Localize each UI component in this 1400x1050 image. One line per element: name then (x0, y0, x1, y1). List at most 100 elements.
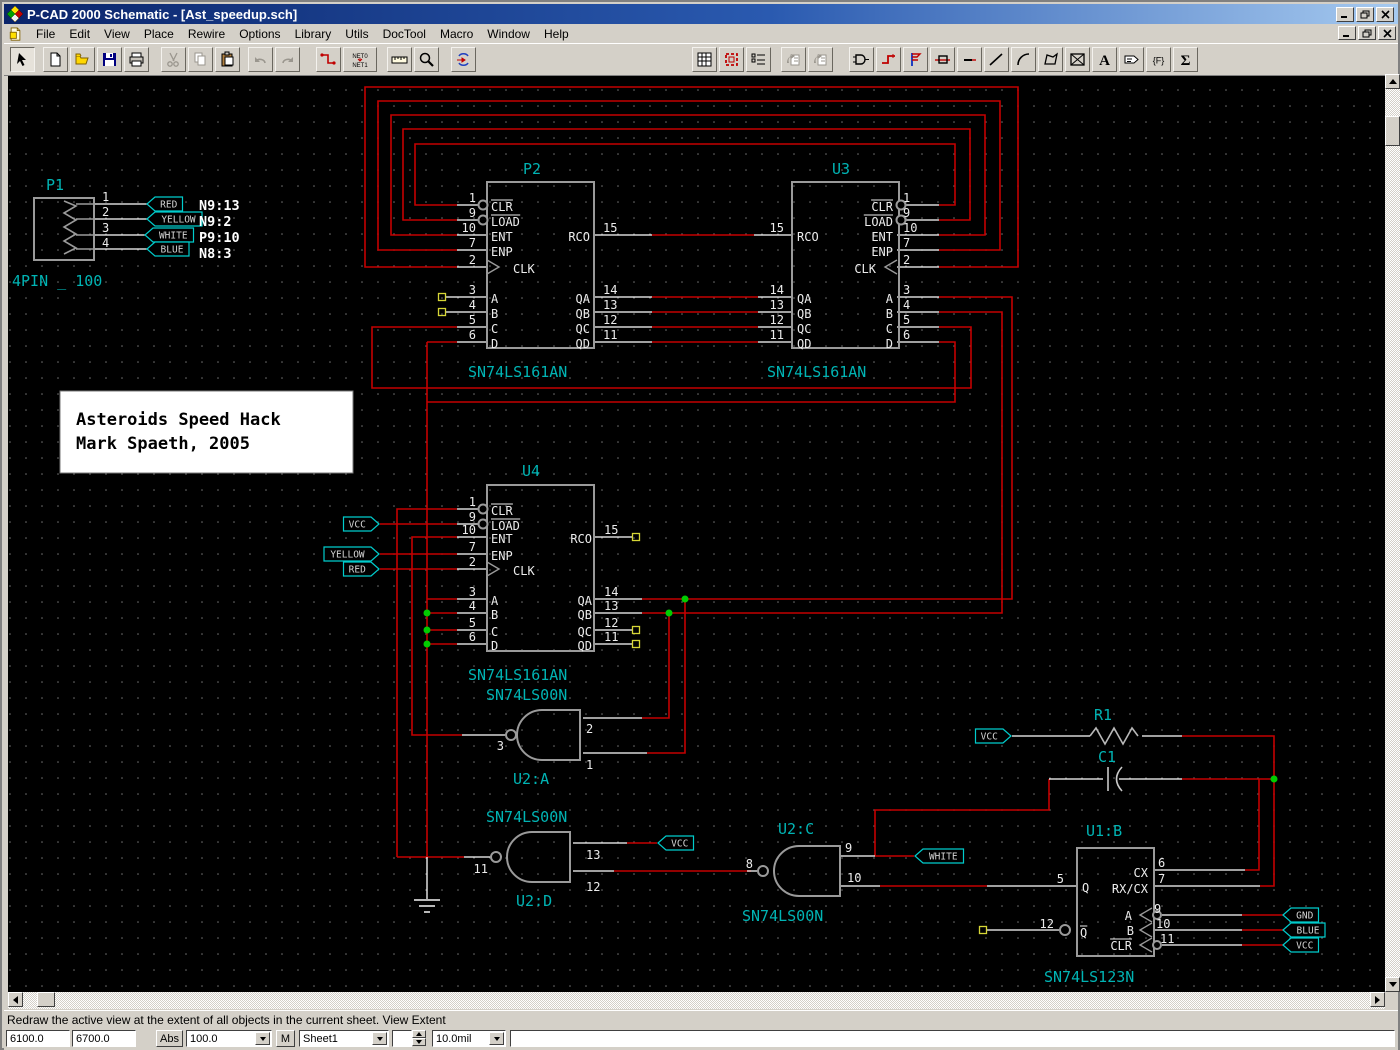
schematic-canvas[interactable]: REDYELLOWWHITEBLUEVCCYELLOWREDVCCVCCWHIT… (8, 74, 1385, 992)
menu-item-window[interactable]: Window (480, 25, 537, 43)
toolbar-button-place-text[interactable]: A (1092, 47, 1117, 72)
toolbar-button-place-line[interactable] (984, 47, 1009, 72)
toolbar-button-undo[interactable] (248, 47, 273, 72)
toolbar-button-cut[interactable] (161, 47, 186, 72)
minimize-button[interactable] (1336, 7, 1354, 22)
horizontal-scrollbar[interactable] (8, 992, 1385, 1009)
schematic-label: B (491, 307, 498, 321)
scroll-down-button[interactable] (1385, 977, 1400, 992)
horizontal-scroll-thumb[interactable] (37, 992, 55, 1007)
doc-minimize-button[interactable] (1338, 26, 1356, 40)
toolbar-button-wire-mode[interactable] (316, 47, 341, 72)
toolbar-button-field-braces[interactable]: {F} (1146, 47, 1171, 72)
menu-item-utils[interactable]: Utils (338, 25, 375, 43)
toolbar-button-place-gate[interactable] (849, 47, 874, 72)
dropdown-arrow-icon[interactable] (372, 1032, 387, 1045)
schematic-label: 1 (102, 190, 109, 204)
schematic-label: 4 (102, 236, 109, 250)
sheet-dropdown[interactable]: Sheet1 (299, 1030, 389, 1047)
toolbar-button-place-polygon[interactable] (1038, 47, 1063, 72)
record-spinner[interactable] (412, 1030, 426, 1047)
dropdown-arrow-icon[interactable] (255, 1032, 270, 1045)
zoom-level-dropdown[interactable]: 100.0 (186, 1030, 272, 1047)
toolbar-button-measure[interactable] (387, 47, 412, 72)
schematic-label: SN74LS123N (1044, 968, 1134, 986)
abs-rel-button[interactable]: Abs (156, 1030, 183, 1047)
svg-text:{F}: {F} (1153, 56, 1165, 66)
menu-item-macro[interactable]: Macro (433, 25, 480, 43)
toolbar-button-save-document[interactable] (97, 47, 122, 72)
junction-dot (424, 610, 431, 617)
toolbar-button-zoom-window[interactable] (414, 47, 439, 72)
svg-text:NET1: NET1 (352, 63, 368, 68)
vertical-scrollbar[interactable] (1385, 74, 1400, 992)
schematic-label: 13 (586, 848, 600, 862)
restore-button[interactable] (1356, 7, 1374, 22)
place-attribute-icon (1123, 51, 1140, 68)
toolbar-button-place-bus[interactable] (903, 47, 928, 72)
toolbar-button-place-port[interactable] (930, 47, 955, 72)
vertical-scroll-thumb[interactable] (1385, 116, 1400, 146)
grid-spacing-dropdown[interactable]: 10.0mil (432, 1030, 506, 1047)
schematic-label: 3 (469, 283, 476, 297)
toolbar-button-new-document[interactable] (43, 47, 68, 72)
dropdown-arrow-icon[interactable] (489, 1032, 504, 1045)
place-field-box-icon (1069, 51, 1086, 68)
schematic-label: Q (1080, 926, 1087, 940)
field-braces-icon: {F} (1150, 51, 1167, 68)
schematic-label: A (491, 292, 499, 306)
menu-item-help[interactable]: Help (537, 25, 576, 43)
toolbar-button-sigma[interactable]: Σ (1173, 47, 1198, 72)
y-coordinate-field[interactable]: 6700.0 (72, 1030, 136, 1047)
place-text-icon: A (1096, 51, 1113, 68)
place-polygon-icon (1042, 51, 1059, 68)
scroll-up-button[interactable] (1385, 74, 1400, 89)
toolbar-button-xref-prev[interactable] (781, 47, 806, 72)
toolbar-button-place-arc[interactable] (1011, 47, 1036, 72)
toolbar-button-bus-entry[interactable] (957, 47, 982, 72)
toolbar-button-sheets-grid[interactable] (692, 47, 717, 72)
menu-item-library[interactable]: Library (288, 25, 339, 43)
schematic-label: C1 (1098, 748, 1116, 766)
doc-close-button[interactable] (1378, 26, 1396, 40)
schematic-label: 9 (469, 206, 476, 220)
menu-item-options[interactable]: Options (232, 25, 287, 43)
toolbar-button-redo[interactable] (275, 47, 300, 72)
schematic-label: 1 (469, 191, 476, 205)
toolbar-button-place-wire[interactable] (876, 47, 901, 72)
schematic-label: 14 (770, 283, 784, 297)
schematic-label: 4 (903, 298, 910, 312)
close-button[interactable] (1376, 7, 1394, 22)
record-field[interactable] (392, 1030, 412, 1047)
schematic-label: QD (576, 337, 590, 351)
toolbar-button-place-attribute[interactable] (1119, 47, 1144, 72)
menu-item-rewire[interactable]: Rewire (181, 25, 232, 43)
menu-item-file[interactable]: File (29, 25, 62, 43)
toolbar-button-print[interactable] (124, 47, 149, 72)
menu-item-edit[interactable]: Edit (62, 25, 97, 43)
schematic-label: 10 (462, 523, 476, 537)
macro-button[interactable]: M (276, 1030, 295, 1047)
toolbar-button-paste[interactable] (215, 47, 240, 72)
schematic-label: 5 (469, 616, 476, 630)
toolbar-button-bom-list[interactable] (746, 47, 771, 72)
toolbar-button-place-part-red[interactable] (719, 47, 744, 72)
toolbar-button-copy[interactable] (188, 47, 213, 72)
x-coordinate-field[interactable]: 6100.0 (6, 1030, 70, 1047)
toolbar-button-select-tool[interactable] (10, 47, 35, 72)
toolbar-button-open-document[interactable] (70, 47, 95, 72)
scroll-left-button[interactable] (8, 992, 23, 1007)
menu-item-place[interactable]: Place (137, 25, 181, 43)
title-bar[interactable]: P-CAD 2000 Schematic - [Ast_speedup.sch] (4, 4, 1398, 24)
menu-item-doctool[interactable]: DocTool (376, 25, 433, 43)
schematic-label: QD (578, 639, 592, 653)
scroll-right-button[interactable] (1370, 992, 1385, 1007)
toolbar-button-net-rename[interactable]: NET0NET1 (343, 47, 377, 72)
toolbar-button-place-field-box[interactable] (1065, 47, 1090, 72)
toolbar-button-xref-next[interactable] (808, 47, 833, 72)
schematic-label: CX (1134, 866, 1149, 880)
toolbar-button-update-connectivity[interactable] (451, 47, 476, 72)
schematic-label: QA (797, 292, 812, 306)
menu-item-view[interactable]: View (97, 25, 137, 43)
doc-restore-button[interactable] (1358, 26, 1376, 40)
